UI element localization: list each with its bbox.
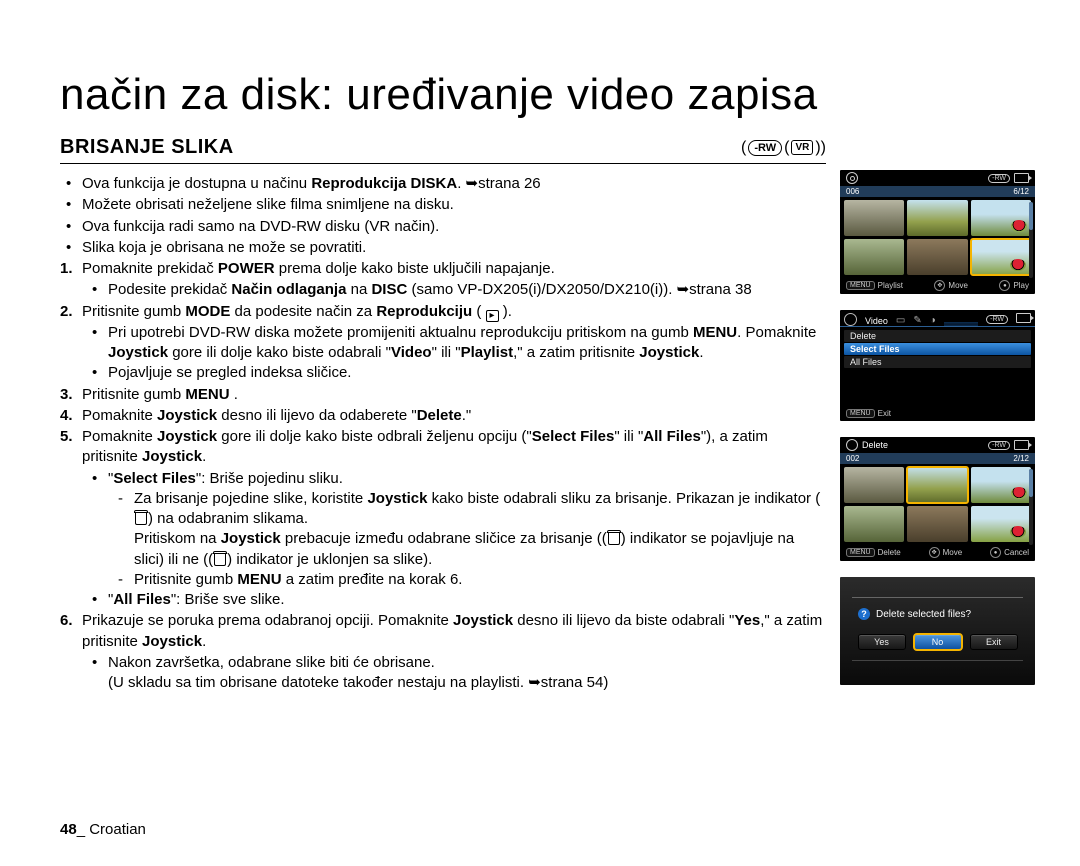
intro-bullet: Ova funkcija je dostupna u načinu Reprod… [60,174,826,194]
tab-icon[interactable]: ✎ [913,315,921,326]
page-title: način za disk: uređivanje video zapisa [60,70,1040,120]
step-5-selectfiles-detail2: Pritisnite gumb MENU a zatim pređite na … [60,570,826,590]
step-5-selectfiles-detail: Za brisanje pojedine slike, koristite Jo… [60,489,826,530]
menu-button-label: MENU [846,409,875,418]
badge-rw: -RW [748,140,782,156]
thumbnail[interactable] [907,506,967,542]
thumbnail[interactable] [844,467,904,503]
footer-lang: Croatian [89,821,146,838]
menu-item-delete[interactable]: Delete [844,330,1031,342]
step-6: 6. Prikazuje se poruka prema odabranoj o… [60,611,826,652]
thumbnail[interactable] [844,239,904,275]
exit-label: Exit [878,409,891,418]
step-6-sub: Nakon završetka, odabrane slike biti će … [60,653,826,673]
screen-title: Delete [862,440,888,450]
move-icon: ✥ [929,547,940,558]
lcd-screenshot-dialog: ? Delete selected files? Yes No Exit [840,577,1035,685]
footer: 48_ Croatian [60,821,146,838]
camcorder-icon [1016,313,1031,323]
thumbnail[interactable] [971,506,1031,542]
scrollbar[interactable] [1029,469,1033,545]
step-2-sub2: Pojavljuje se pregled indeksa sličice. [60,363,826,383]
dialog-message: Delete selected files? [876,609,971,620]
globe-icon [844,313,857,326]
index-counter: 2/12 [1013,454,1029,463]
step-3: 3. Pritisnite gumb MENU . [60,385,826,405]
menu-button-label: MENU [846,548,875,557]
folder-number: 002 [846,454,859,463]
delete-label: Delete [878,548,901,557]
step-1: 1. Pomaknite prekidač POWER prema dolje … [60,259,826,279]
step-1-sub: Podesite prekidač Način odlaganja na DIS… [60,280,826,300]
menu-item-select-files[interactable]: Select Files [844,343,1031,355]
lcd-screenshot-menu: Video ▭ ✎ ◑ -RW Delete Select Files All … [840,310,1035,421]
step-6-sub-cont: (U skladu sa tim obrisane datoteke takođ… [60,673,826,693]
thumbnail-selected[interactable] [971,239,1031,275]
menu-item-all-files[interactable]: All Files [844,356,1031,368]
trash-icon [608,532,620,545]
intro-bullet: Slika koja je obrisana ne može se povrat… [60,238,826,258]
camcorder-icon [1014,173,1029,183]
step-2-sub1: Pri upotrebi DVD-RW diska možete promije… [60,323,826,364]
badge-rw: -RW [986,315,1008,324]
page-number: 48 [60,821,77,838]
move-label: Move [948,281,968,290]
lcd-screenshot-thumbnails: -RW 006 6/12 MENU [840,170,1035,294]
playlist-label: Playlist [878,281,903,290]
play-icon: ● [999,280,1010,291]
badge-rw: -RW [988,174,1010,183]
scrollbar[interactable] [1029,202,1033,278]
question-icon: ? [858,608,870,620]
play-mode-icon: ▸ [486,310,499,322]
move-label: Move [943,548,963,557]
step-5: 5. Pomaknite Joystick gore ili dolje kak… [60,427,826,468]
camcorder-icon [1014,440,1029,450]
folder-number: 006 [846,187,859,196]
cancel-icon: ● [990,547,1001,558]
section-heading: BRISANJE SLIKA [60,136,741,159]
disc-icon [846,172,858,184]
step-2: 2. Pritisnite gumb MODE da podesite nači… [60,302,826,322]
step-4: 4. Pomaknite Joystick desno ili lijevo d… [60,406,826,426]
disc-type-badges: ( -RW ( VR )) [741,139,826,157]
step-5-allfiles: "All Files": Briše sve slike. [60,590,826,610]
thumbnail[interactable] [907,200,967,236]
badge-rw: -RW [988,441,1010,450]
menu-button-label: MENU [846,281,875,290]
thumbnail[interactable] [907,239,967,275]
badge-vr: VR [791,140,813,155]
thumbnail-selected[interactable] [907,467,967,503]
thumbnail[interactable] [971,467,1031,503]
tab-icon[interactable]: ▭ [896,315,905,326]
trash-icon [214,553,226,566]
thumbnail[interactable] [844,506,904,542]
trash-icon [135,512,147,525]
play-label: Play [1013,281,1029,290]
cancel-label: Cancel [1004,548,1029,557]
intro-bullet: Možete obrisati neželjene slike filma sn… [60,195,826,215]
globe-icon [846,439,858,451]
step-5-selectfiles: "Select Files": Briše pojedinu sliku. [60,469,826,489]
move-icon: ✥ [934,280,945,291]
dialog-exit-button[interactable]: Exit [970,634,1018,650]
intro-bullet: Ova funkcija radi samo na DVD-RW disku (… [60,217,826,237]
thumbnail[interactable] [844,200,904,236]
tab-video[interactable]: Video [865,316,888,326]
thumbnail[interactable] [971,200,1031,236]
dialog-yes-button[interactable]: Yes [858,634,906,650]
step-5-selectfiles-detail-cont: Pritiskom na Joystick prebacuje između o… [60,529,826,570]
tab-icon[interactable]: ◑ [930,315,936,326]
index-counter: 6/12 [1013,187,1029,196]
dialog-no-button[interactable]: No [914,634,962,650]
lcd-screenshot-delete-select: Delete -RW 002 2/12 [840,437,1035,561]
